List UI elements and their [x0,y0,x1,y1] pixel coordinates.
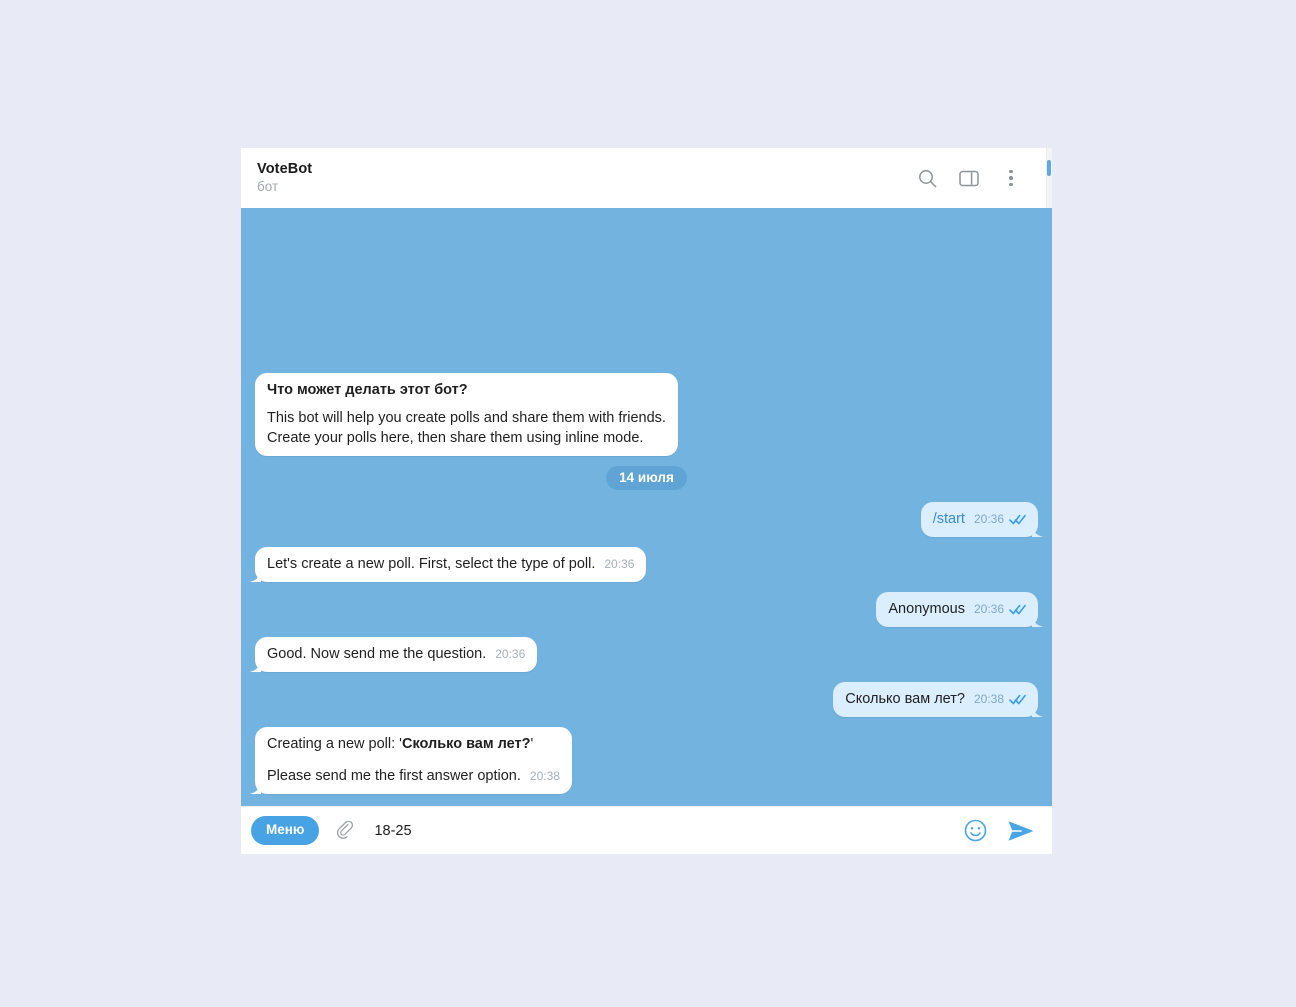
message-bubble-bot-create-poll[interactable]: Let's create a new poll. First, select t… [255,547,647,582]
message-meta-bot-creating: 20:38 [530,766,560,786]
message-time: 20:36 [973,602,1004,616]
read-receipt-double-check-icon [1009,604,1026,615]
message-meta-user-question: 20:38 [974,689,1026,709]
read-receipt-double-check-icon [1009,514,1026,525]
message-composer: Меню [241,806,1052,854]
message-row-bot-creating: Creating a new poll: 'Сколько вам лет?' … [255,727,1038,794]
chat-title: VoteBot [257,161,313,177]
search-icon[interactable] [914,165,940,191]
message-time: 20:38 [973,692,1004,706]
message-time: 20:36 [495,647,526,661]
menu-button[interactable]: Меню [251,816,320,845]
message-meta-user-anonymous: 20:36 [974,599,1026,619]
chat-scrollbar-thumb[interactable] [1047,160,1051,176]
message-meta-bot-create-poll: 20:36 [604,554,634,574]
message-time: 20:38 [529,769,560,783]
message-row-bot-intro: Что может делать этот бот? This bot will… [255,373,1038,456]
read-receipt-double-check-icon [1009,694,1026,705]
chat-header-titles[interactable]: VoteBot бот [257,160,914,196]
sidebar-toggle-icon[interactable] [956,165,982,191]
message-bubble-user-question[interactable]: Сколько вам лет? 20:38 [833,682,1038,717]
message-bubble-bot-creating[interactable]: Creating a new poll: 'Сколько вам лет?' … [255,727,572,794]
message-input[interactable] [359,822,962,839]
send-paper-plane-icon[interactable] [1006,816,1036,846]
bot-intro-line-1: This bot will help you create polls and … [267,410,666,426]
message-row-user-start: /start 20:36 [255,502,1038,537]
bot-creating-prompt: Please send me the first answer option. [267,768,521,784]
message-row-bot-send-question: Good. Now send me the question. 20:36 [255,637,1038,672]
message-bubble-bot-intro[interactable]: Что может делать этот бот? This bot will… [255,373,678,456]
bot-creating-prefix: Creating a new poll: ' [267,736,402,752]
emoji-smiley-icon[interactable] [962,818,988,844]
message-text-bot-send-question: Good. Now send me the question. [267,646,487,662]
message-meta-user-start: 20:36 [974,509,1026,529]
message-list: Что может делать этот бот? This bot will… [241,208,1052,806]
message-text-bot-create-poll: Let's create a new poll. First, select t… [267,556,596,572]
paperclip-icon[interactable] [333,818,359,844]
bot-creating-line-2: Please send me the first answer option. … [267,766,560,786]
message-time: 20:36 [973,512,1004,526]
message-time: 20:36 [604,557,635,571]
bot-creating-line-1: Creating a new poll: 'Сколько вам лет?' [267,734,560,754]
chat-scrollbar[interactable] [1046,148,1052,208]
composer-actions [962,816,1036,846]
message-bubble-bot-send-question[interactable]: Good. Now send me the question. 20:36 [255,637,538,672]
more-options-icon[interactable] [998,165,1024,191]
message-text-user-anonymous: Anonymous [888,601,965,617]
chat-subtitle: бот [257,179,279,194]
chat-header-actions [914,165,1038,191]
message-bubble-user-start[interactable]: /start 20:36 [920,502,1038,537]
message-bubble-user-anonymous[interactable]: Anonymous 20:36 [876,592,1038,627]
bot-creating-suffix: ' [530,736,534,752]
bot-creating-poll-question: Сколько вам лет? [401,736,531,752]
chat-header: VoteBot бот [241,148,1052,208]
message-row-user-anonymous: Anonymous 20:36 [255,592,1038,627]
date-divider: 14 июля [606,466,687,490]
bot-intro-heading: Что может делать этот бот? [267,382,468,398]
bot-intro-line-2: Create your polls here, then share them … [267,430,644,446]
date-divider-row: 14 июля [255,466,1038,490]
more-options-dots [1009,169,1013,187]
message-meta-bot-send-question: 20:36 [495,644,525,664]
message-text-user-question: Сколько вам лет? [845,691,965,707]
message-row-bot-create-poll: Let's create a new poll. First, select t… [255,547,1038,582]
telegram-chat-window: VoteBot бот Что может делать этот бот? T… [241,148,1052,854]
message-text-user-start: /start [932,511,965,527]
message-row-user-question: Сколько вам лет? 20:38 [255,682,1038,717]
